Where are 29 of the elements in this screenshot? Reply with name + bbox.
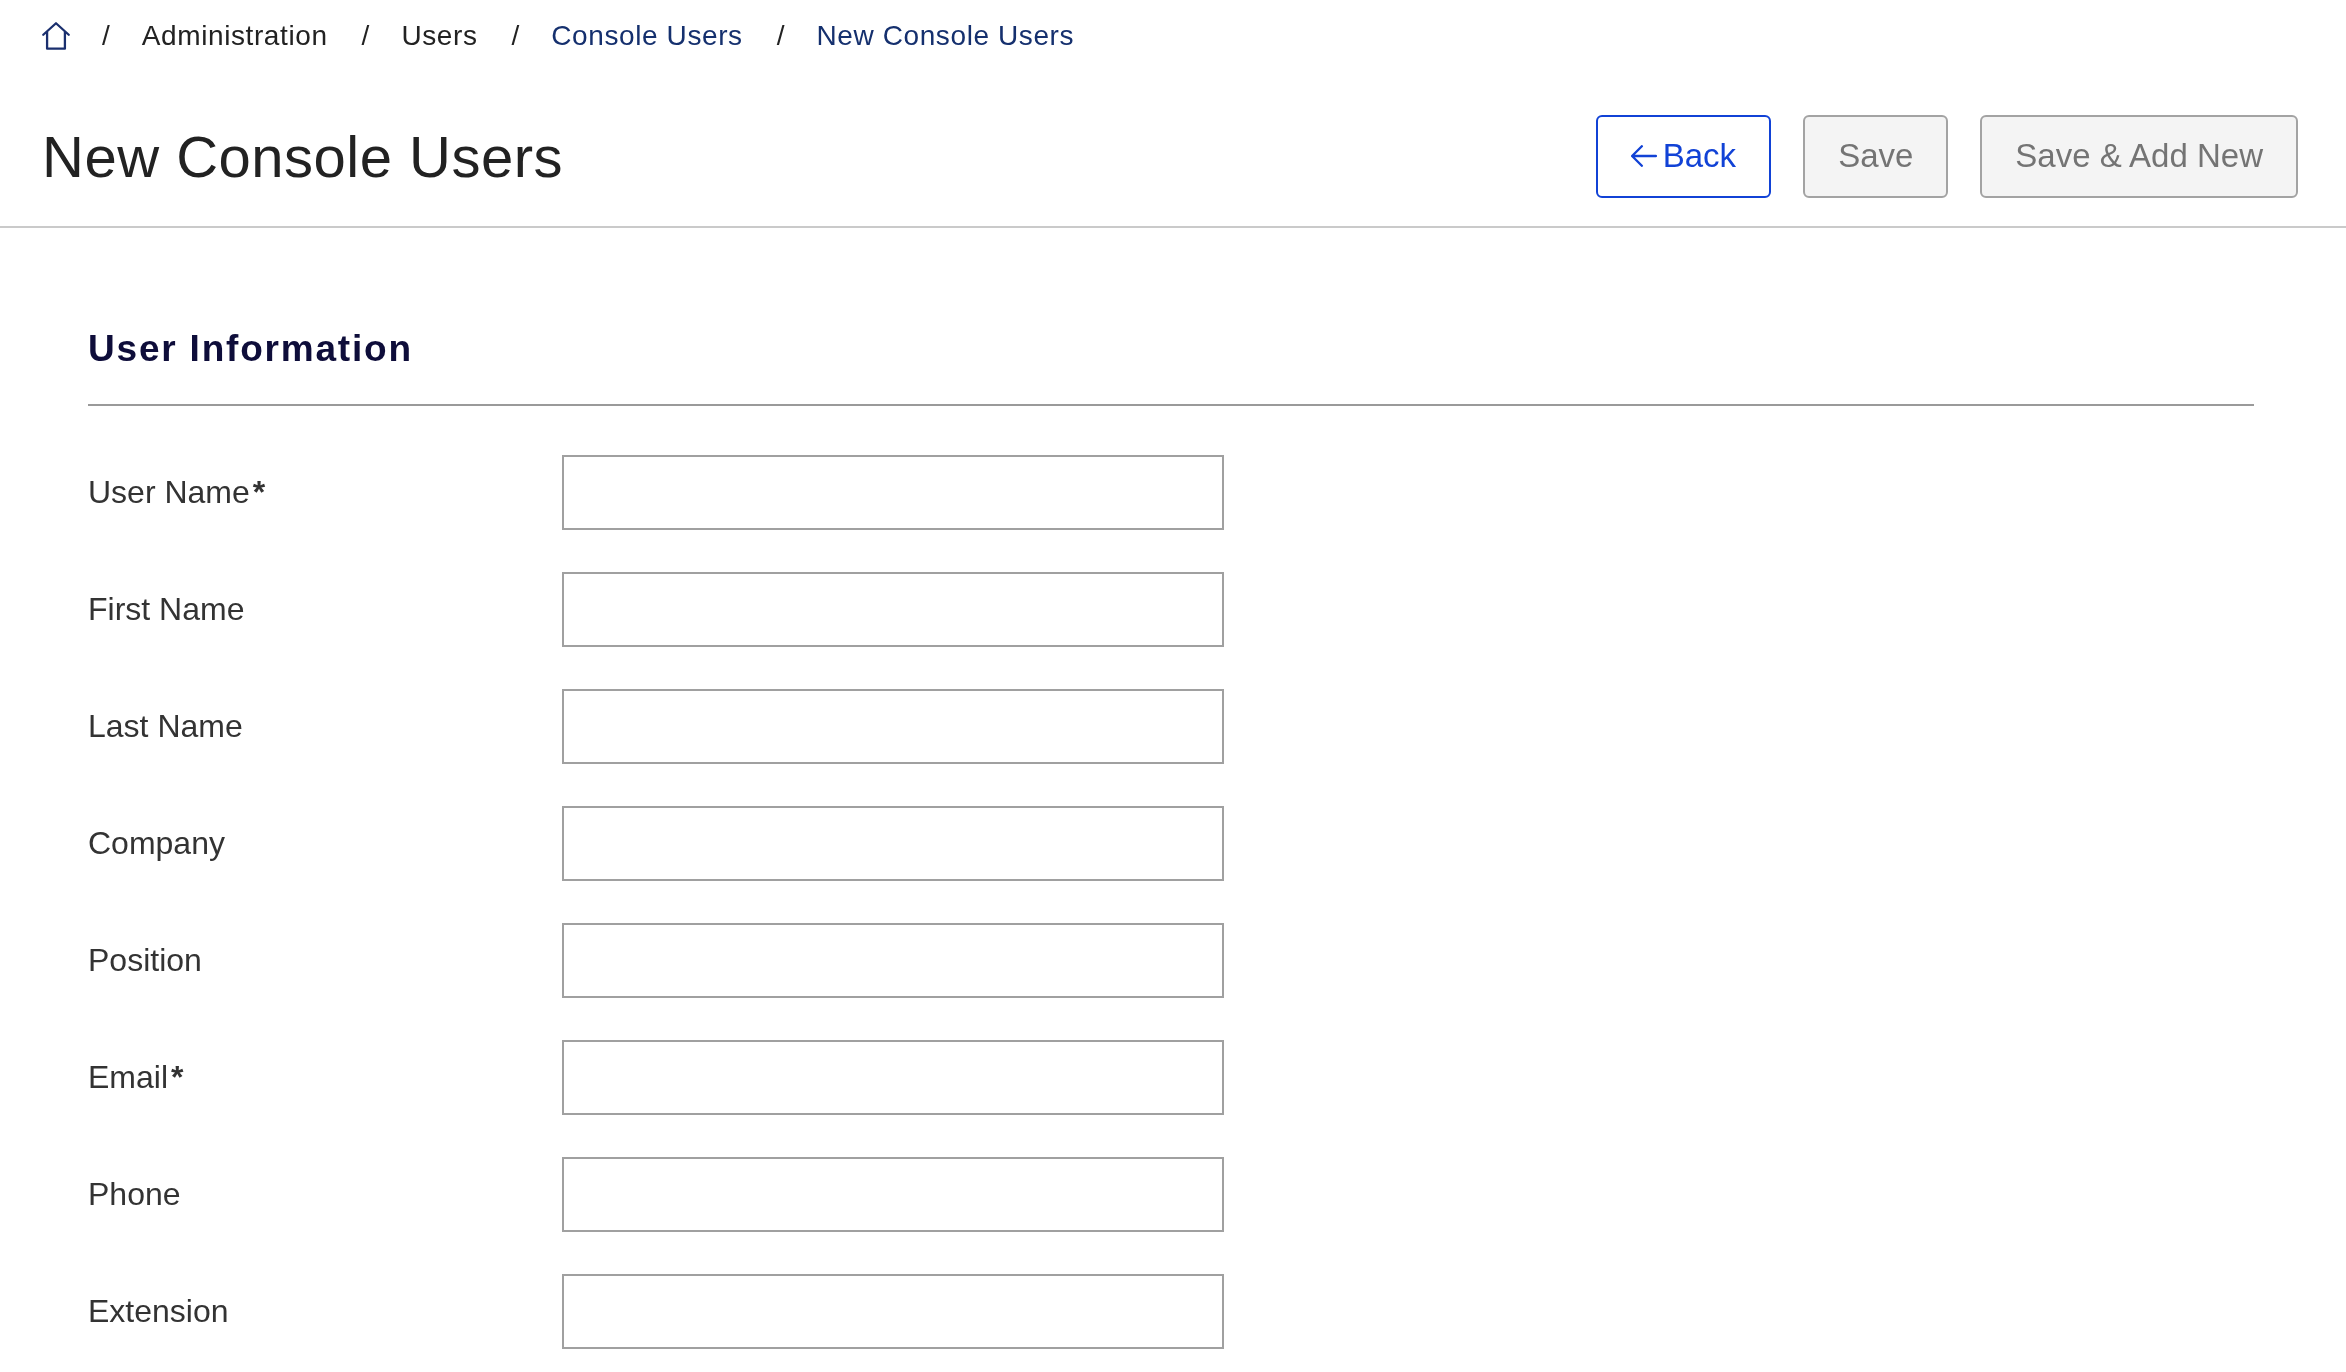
field-label: Position [88, 942, 203, 979]
field-label: Company [88, 825, 226, 862]
input-field[interactable] [562, 923, 1224, 998]
breadcrumb-link[interactable]: New Console Users [816, 20, 1075, 52]
breadcrumb-separator: / [102, 20, 110, 52]
input-field[interactable] [562, 1274, 1224, 1349]
field-label: First Name [88, 591, 246, 628]
breadcrumb-separator: / [361, 20, 370, 52]
breadcrumb-separator: / [776, 20, 785, 52]
input-field[interactable] [562, 806, 1224, 881]
field-label: Extension [88, 1293, 230, 1330]
breadcrumb-item[interactable]: Users [401, 20, 478, 52]
back-button[interactable]: Back [1595, 114, 1772, 198]
field-label: User Name* [88, 474, 267, 511]
arrow-left-icon [1630, 145, 1657, 167]
breadcrumb-link[interactable]: Console Users [551, 20, 743, 52]
field-label: Last Name [88, 708, 244, 745]
breadcrumb-item[interactable]: Administration [141, 20, 328, 52]
input-field[interactable] [562, 1157, 1224, 1232]
home-icon[interactable] [42, 22, 70, 50]
breadcrumb-separator: / [511, 20, 520, 52]
field-label: Email* [88, 1059, 185, 1096]
section-heading: User Information [88, 327, 413, 371]
input-field[interactable] [562, 572, 1224, 647]
input-field[interactable] [562, 1040, 1224, 1115]
page-title: New Console Users [42, 122, 563, 190]
field-label: Phone [88, 1176, 182, 1213]
input-field[interactable] [562, 689, 1224, 764]
input-field[interactable] [562, 455, 1224, 530]
